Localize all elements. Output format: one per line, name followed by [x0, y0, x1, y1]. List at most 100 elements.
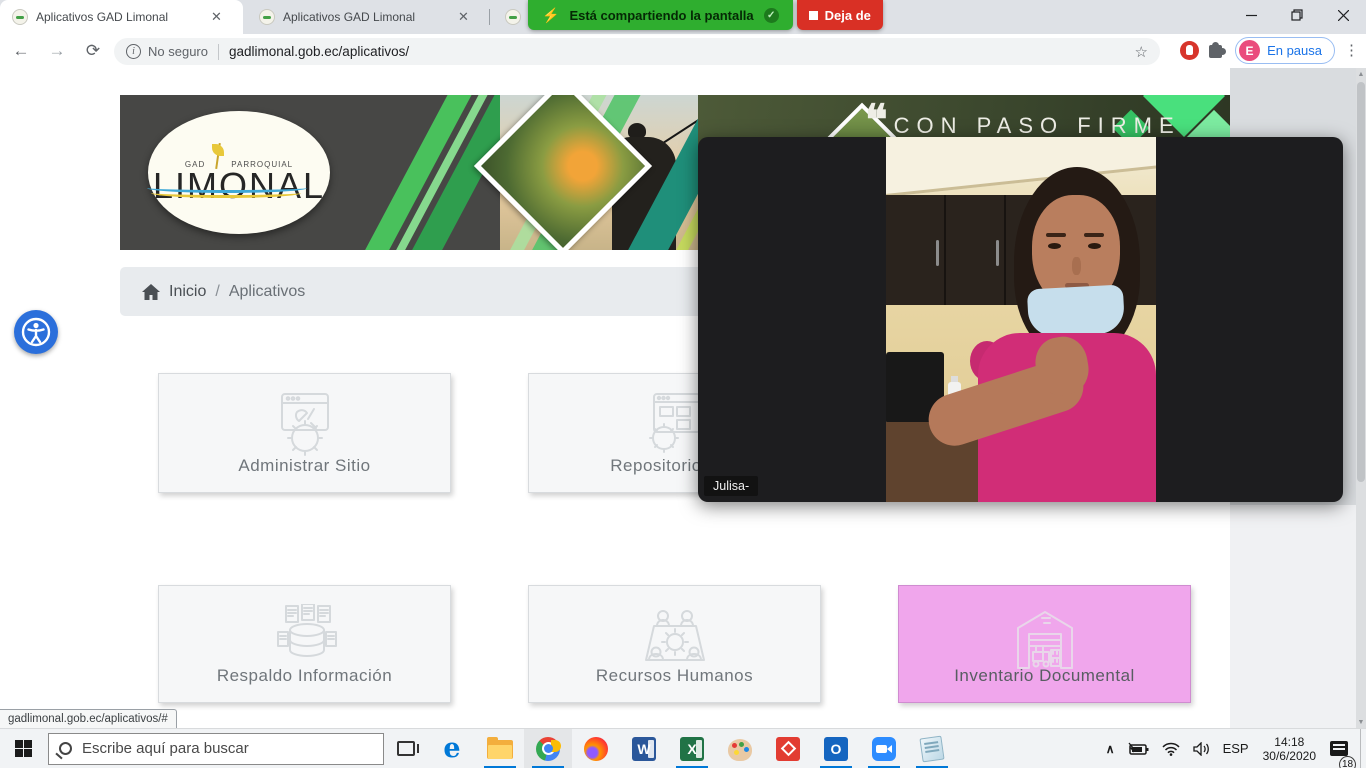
accessibility-widget-button[interactable]	[14, 310, 58, 354]
site-info-icon[interactable]: i	[126, 44, 141, 59]
breadcrumb-separator: /	[215, 283, 219, 301]
forward-icon[interactable]: →	[42, 36, 72, 66]
card-administrar-sitio[interactable]: Administrar Sitio	[158, 373, 451, 493]
quote-mark: ❝	[865, 103, 888, 137]
show-desktop-button[interactable]	[1360, 729, 1366, 768]
task-view-icon	[397, 741, 415, 756]
firefox-icon	[584, 737, 608, 761]
taskbar-app-firefox[interactable]	[572, 729, 620, 768]
taskbar-app-excel[interactable]: X	[668, 729, 716, 768]
edge-icon: e	[443, 738, 460, 760]
word-icon: W	[632, 737, 656, 761]
gad-limonal-logo: GAD PARROQUIAL LIMONAL	[148, 111, 330, 234]
yellow-wave	[151, 188, 301, 198]
search-icon	[59, 742, 72, 755]
warehouse-inventory-icon	[1006, 604, 1084, 679]
taskbar-app-outlook[interactable]: O	[812, 729, 860, 768]
participant-name-tag: Julisa-	[704, 476, 758, 496]
tab-separator	[489, 9, 490, 25]
taskbar-app-edge[interactable]: e	[428, 729, 476, 768]
scrollbar-thumb[interactable]	[1357, 82, 1365, 482]
system-tray: ∧ ESP 14:18 30/6/2020 18	[1100, 729, 1366, 768]
url-omnibox[interactable]: i No seguro gadlimonal.gob.ec/aplicativo…	[114, 38, 1160, 65]
adblock-icon[interactable]	[1180, 41, 1199, 60]
site-favicon	[259, 9, 275, 25]
tab-title: Aplicativos GAD Limonal	[36, 10, 201, 24]
slogan-text: CON PASO FIRME	[894, 113, 1181, 139]
page-right-gutter	[1230, 505, 1356, 728]
card-recursos-humanos[interactable]: Recursos Humanos	[528, 585, 821, 703]
action-center-button[interactable]: 18	[1324, 729, 1360, 768]
paint-icon	[728, 739, 752, 761]
toolbar-right: E En pausa ⋮	[1180, 37, 1358, 64]
tab-close-icon[interactable]: ✕	[456, 9, 471, 25]
bookmark-star-icon[interactable]: ☆	[1135, 43, 1148, 61]
profile-chip[interactable]: E En pausa	[1235, 37, 1335, 64]
taskbar-app-zoom[interactable]	[860, 729, 908, 768]
screen-share-banner: ⚡ Está compartiendo la pantalla ✓ Deja d…	[528, 0, 883, 30]
speaker-icon[interactable]	[1187, 729, 1217, 768]
stop-sharing-label: Deja de	[825, 8, 871, 23]
back-icon[interactable]: ←	[6, 36, 36, 66]
card-inventario-documental[interactable]: Inventario Documental	[898, 585, 1191, 703]
taskbar-app-notepad[interactable]	[908, 729, 956, 768]
taskbar-search-input[interactable]: Escribe aquí para buscar	[48, 733, 384, 765]
zoom-camera-icon	[872, 737, 896, 761]
backup-database-icon	[266, 604, 344, 679]
tray-clock[interactable]: 14:18 30/6/2020	[1255, 735, 1324, 763]
taskbar-app-file-explorer[interactable]	[476, 729, 524, 768]
windows-taskbar: Escribe aquí para buscar e W X O ∧	[0, 728, 1366, 768]
taskbar-app-chrome[interactable]	[524, 729, 572, 768]
extensions-puzzle-icon[interactable]	[1208, 42, 1226, 60]
windows-logo-icon	[15, 740, 32, 757]
red-diamond-app-icon	[776, 737, 800, 761]
breadcrumb-current: Aplicativos	[229, 283, 305, 301]
restore-button[interactable]	[1274, 0, 1320, 30]
participant-video	[886, 137, 1156, 502]
close-window-button[interactable]	[1320, 0, 1366, 30]
language-indicator[interactable]: ESP	[1217, 729, 1255, 768]
notification-icon	[1330, 741, 1348, 756]
stop-icon	[809, 11, 818, 20]
page-scrollbar[interactable]: ▲ ▼	[1356, 68, 1366, 728]
desktop-screen: Aplicativos GAD Limonal ✕ Aplicativos GA…	[0, 0, 1366, 768]
reload-icon[interactable]: ⟳	[78, 36, 108, 66]
url-text: gadlimonal.gob.ec/aplicativos/	[229, 44, 409, 59]
minimize-button[interactable]	[1228, 0, 1274, 30]
home-icon[interactable]	[142, 284, 160, 300]
taskbar-app-paint[interactable]	[716, 729, 764, 768]
tray-chevron-icon[interactable]: ∧	[1100, 729, 1121, 768]
taskbar-app-word[interactable]: W	[620, 729, 668, 768]
browser-tab-2[interactable]: Aplicativos GAD Limonal ✕	[247, 0, 487, 34]
tab-title: Aplicativos GAD Limonal	[283, 10, 448, 24]
tab-close-icon[interactable]: ✕	[209, 9, 224, 25]
notification-badge: 18	[1339, 756, 1356, 768]
scroll-down-icon[interactable]: ▼	[1356, 716, 1366, 728]
notepad-icon	[919, 735, 944, 762]
omnibox-divider	[218, 44, 219, 60]
share-status: ⚡ Está compartiendo la pantalla ✓	[528, 0, 793, 30]
zoom-bolt-icon: ⚡	[542, 7, 559, 24]
video-call-window[interactable]: Julisa-	[698, 137, 1343, 502]
browser-tab-1[interactable]: Aplicativos GAD Limonal ✕	[0, 0, 243, 34]
taskbar-app-red[interactable]	[764, 729, 812, 768]
tray-time: 14:18	[1263, 735, 1316, 749]
task-view-button[interactable]	[384, 729, 428, 768]
logo-wordmark: LIMONAL	[153, 169, 325, 203]
start-button[interactable]	[0, 729, 46, 768]
stop-sharing-button[interactable]: Deja de	[797, 0, 883, 30]
wifi-icon[interactable]	[1155, 729, 1187, 768]
file-explorer-icon	[487, 740, 513, 760]
browser-menu-icon[interactable]: ⋮	[1344, 48, 1358, 53]
tray-date: 30/6/2020	[1263, 749, 1316, 763]
site-favicon	[505, 9, 521, 25]
site-favicon	[12, 9, 28, 25]
battery-icon[interactable]	[1121, 729, 1155, 768]
card-respaldo-informacion[interactable]: Respaldo Información	[158, 585, 451, 703]
banner-slogan: ❝ CON PASO FIRME	[865, 103, 1181, 139]
scroll-up-icon[interactable]: ▲	[1356, 68, 1366, 80]
search-placeholder: Escribe aquí para buscar	[82, 740, 249, 757]
breadcrumb-home-link[interactable]: Inicio	[169, 283, 206, 301]
avatar: E	[1239, 40, 1260, 61]
site-admin-icon	[266, 392, 344, 467]
